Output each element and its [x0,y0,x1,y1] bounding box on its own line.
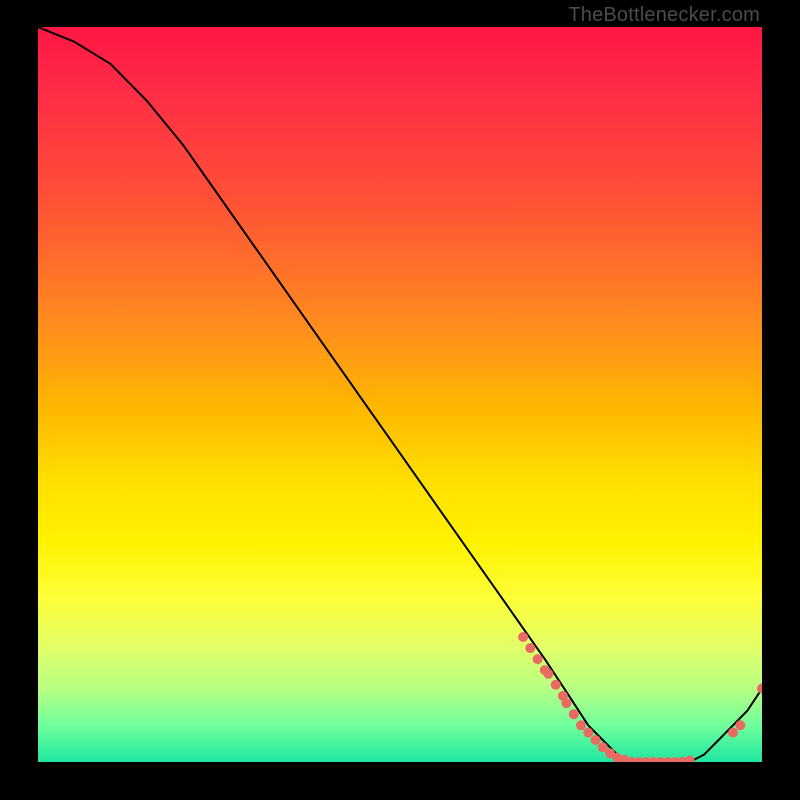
chart-stage: TheBottlenecker.com [0,0,800,800]
curve-layer [38,27,762,762]
bottleneck-curve [38,27,762,762]
highlighted-points [518,632,762,762]
credit-link[interactable]: TheBottlenecker.com [568,4,760,27]
plot-area [38,27,762,762]
